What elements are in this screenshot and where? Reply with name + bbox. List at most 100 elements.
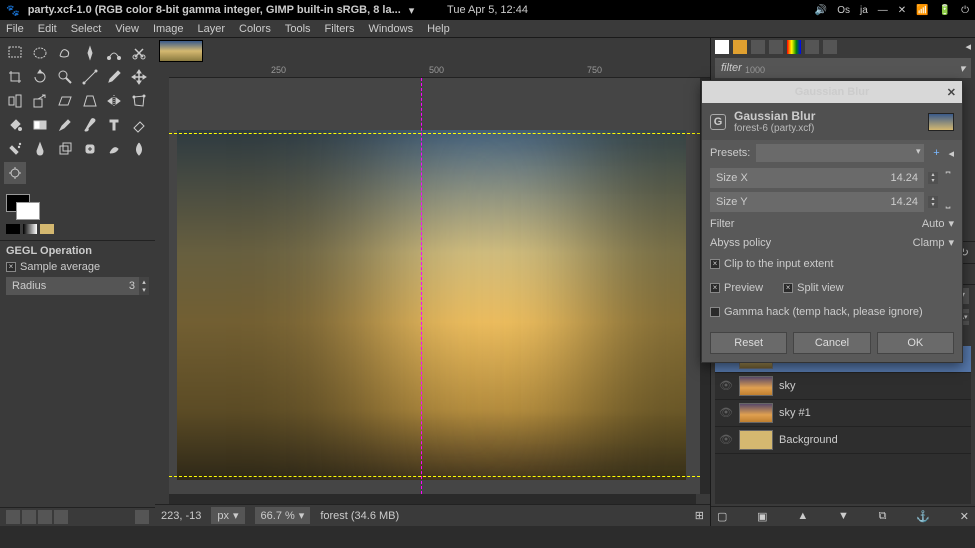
bg-color[interactable]: [16, 202, 40, 220]
anchor-layer-icon[interactable]: ⚓: [916, 510, 930, 523]
ink-tool[interactable]: [29, 138, 51, 160]
menu-select[interactable]: Select: [71, 23, 102, 35]
measure-tool[interactable]: [79, 66, 101, 88]
lang-label[interactable]: ja: [860, 5, 868, 16]
canvas-viewport[interactable]: [169, 78, 710, 494]
dock-tab-icon[interactable]: [715, 40, 729, 54]
layer-name[interactable]: sky: [779, 380, 796, 392]
sizex-field[interactable]: Size X14.24: [710, 168, 924, 188]
paths-tool[interactable]: [103, 42, 125, 64]
perspective-tool[interactable]: [79, 90, 101, 112]
power-icon[interactable]: ⏻: [961, 5, 969, 16]
window-title-dropdown-icon[interactable]: ▾: [409, 4, 415, 17]
add-preset-icon[interactable]: +: [930, 147, 942, 159]
shear-tool[interactable]: [54, 90, 76, 112]
zoom-selector[interactable]: 66.7 % ▾: [255, 507, 311, 524]
preset-menu-icon[interactable]: ◂: [948, 147, 954, 160]
menu-file[interactable]: File: [6, 23, 24, 35]
image-tab-thumbnail[interactable]: [159, 40, 203, 62]
scissors-tool[interactable]: [128, 42, 150, 64]
duplicate-layer-icon[interactable]: ⧉: [879, 510, 887, 523]
abyss-dropdown[interactable]: Clamp ▾: [913, 236, 954, 249]
guide-horizontal[interactable]: [169, 133, 710, 134]
link-bottom-icon[interactable]: ⎵: [942, 195, 954, 210]
dock-tab-icon[interactable]: [769, 40, 783, 54]
gegl-tool[interactable]: [4, 162, 26, 184]
ok-button[interactable]: OK: [877, 332, 954, 354]
dock-tab-icon[interactable]: [733, 40, 747, 54]
fuzzy-select-tool[interactable]: [79, 42, 101, 64]
navigation-icon[interactable]: ⊞: [695, 509, 704, 522]
align-tool[interactable]: [4, 90, 26, 112]
airbrush-tool[interactable]: [4, 138, 26, 160]
layer-row[interactable]: 👁 Background: [715, 427, 971, 454]
delete-layer-icon[interactable]: ✕: [960, 510, 969, 523]
dock-icon[interactable]: [135, 510, 149, 524]
bucket-fill-tool[interactable]: [4, 114, 26, 136]
menu-tools[interactable]: Tools: [285, 23, 311, 35]
zoom-tool[interactable]: [54, 66, 76, 88]
scrollbar-horizontal[interactable]: [169, 494, 696, 504]
new-layer-icon[interactable]: ▢: [717, 510, 727, 523]
clone-tool[interactable]: [54, 138, 76, 160]
menu-image[interactable]: Image: [153, 23, 184, 35]
ellipse-select-tool[interactable]: [29, 42, 51, 64]
scale-tool[interactable]: [29, 90, 51, 112]
visibility-icon[interactable]: 👁: [719, 379, 733, 392]
layer-name[interactable]: sky #1: [779, 407, 811, 419]
blur-tool[interactable]: [128, 138, 150, 160]
eraser-tool[interactable]: [128, 114, 150, 136]
flip-tool[interactable]: [103, 90, 125, 112]
sample-average-check[interactable]: × Sample average: [6, 261, 149, 273]
dock-tab-icon[interactable]: [751, 40, 765, 54]
color-picker-tool[interactable]: [103, 66, 125, 88]
layer-row[interactable]: 👁 sky #1: [715, 400, 971, 427]
preview-check[interactable]: ×Preview: [710, 282, 763, 294]
layer-row[interactable]: 👁 sky: [715, 373, 971, 400]
swatch[interactable]: [40, 224, 54, 234]
cancel-button[interactable]: Cancel: [793, 332, 870, 354]
visibility-icon[interactable]: 👁: [719, 433, 733, 446]
menu-edit[interactable]: Edit: [38, 23, 57, 35]
ruler-vertical[interactable]: [155, 78, 169, 494]
wifi-icon[interactable]: 📶: [916, 5, 928, 16]
menu-layer[interactable]: Layer: [198, 23, 226, 35]
ruler-horizontal[interactable]: 250 500 750 1000: [169, 64, 710, 78]
raise-layer-icon[interactable]: ▲: [797, 510, 808, 523]
dialog-titlebar[interactable]: Gaussian Blur ✕: [702, 81, 962, 103]
presets-dropdown[interactable]: [756, 144, 924, 162]
dock-icon[interactable]: [6, 510, 20, 524]
dock-icon[interactable]: [38, 510, 52, 524]
move-tool[interactable]: [128, 66, 150, 88]
free-select-tool[interactable]: [54, 42, 76, 64]
guide-horizontal[interactable]: [169, 476, 710, 477]
lower-layer-icon[interactable]: ▼: [838, 510, 849, 523]
menu-view[interactable]: View: [115, 23, 139, 35]
split-check[interactable]: ×Split view: [783, 282, 843, 294]
user-label[interactable]: Os: [837, 5, 850, 16]
crop-tool[interactable]: [4, 66, 26, 88]
menu-help[interactable]: Help: [427, 23, 450, 35]
dock-icon[interactable]: [54, 510, 68, 524]
smudge-tool[interactable]: [103, 138, 125, 160]
filter-dropdown[interactable]: Auto ▾: [922, 217, 954, 230]
gradient-tool[interactable]: [29, 114, 51, 136]
swatch[interactable]: [23, 224, 37, 234]
unit-selector[interactable]: px ▾: [211, 507, 244, 524]
color-swatches[interactable]: [0, 188, 155, 240]
clock[interactable]: Tue Apr 5, 12:44: [447, 4, 528, 16]
gamma-check[interactable]: Gamma hack (temp hack, please ignore): [710, 306, 923, 318]
swatch[interactable]: [6, 224, 20, 234]
dock-tab-icon[interactable]: [787, 40, 801, 54]
guide-vertical[interactable]: [421, 78, 422, 494]
heal-tool[interactable]: [79, 138, 101, 160]
menu-colors[interactable]: Colors: [239, 23, 271, 35]
close-icon[interactable]: ✕: [898, 5, 906, 16]
dock-icon[interactable]: [22, 510, 36, 524]
battery-icon[interactable]: 🔋: [939, 5, 951, 16]
dock-menu-icon[interactable]: ◂: [965, 40, 971, 54]
link-top-icon[interactable]: ⎴: [942, 171, 954, 186]
clip-check[interactable]: ×Clip to the input extent: [710, 258, 833, 270]
paintbrush-tool[interactable]: [79, 114, 101, 136]
menu-filters[interactable]: Filters: [325, 23, 355, 35]
